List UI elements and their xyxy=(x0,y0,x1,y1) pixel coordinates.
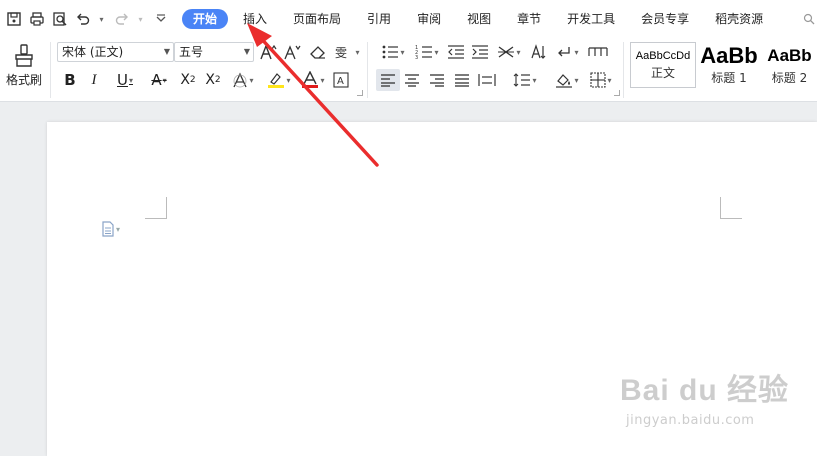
customize-icon[interactable] xyxy=(151,9,171,29)
print-icon[interactable] xyxy=(27,9,47,29)
ribbon-tabs: 开始 插入 页面布局 引用 审阅 视图 章节 开发工具 会员专享 稻壳资源 查找 xyxy=(182,9,817,29)
undo-icon[interactable] xyxy=(73,9,93,29)
shrink-font-icon[interactable] xyxy=(282,42,302,62)
font-size-select[interactable]: 五号 ▼ xyxy=(174,42,254,62)
chevron-down-icon: ▼ xyxy=(243,47,250,56)
style-sample: AaBb xyxy=(767,45,812,65)
justify-icon[interactable] xyxy=(452,70,472,90)
tab-member[interactable]: 会员专享 xyxy=(630,9,700,29)
style-label: 标题 2 xyxy=(771,70,808,85)
superscript-icon[interactable]: X2 xyxy=(178,70,198,90)
line-break-icon[interactable]: ▾ xyxy=(552,42,582,62)
paragraph-options-button[interactable]: ▾ xyxy=(101,221,120,237)
align-center-icon[interactable] xyxy=(402,70,422,90)
save-icon[interactable] xyxy=(4,9,24,29)
font-color-icon[interactable]: ▾ xyxy=(298,70,328,90)
subscript-icon[interactable]: X2 xyxy=(203,70,223,90)
underline-icon[interactable]: U ▾ xyxy=(110,70,140,90)
format-painter-button[interactable]: 格式刷 xyxy=(4,42,44,90)
decrease-indent-icon[interactable] xyxy=(446,42,466,62)
divider xyxy=(623,42,624,98)
watermark: Bai du 经验 jingyan.baidu.com xyxy=(620,365,790,445)
font-dialog-launcher[interactable] xyxy=(357,90,363,96)
svg-text:3: 3 xyxy=(415,55,418,60)
highlight-icon[interactable]: ▾ xyxy=(264,70,294,90)
redo-dropdown-icon[interactable]: ▾ xyxy=(135,9,145,29)
style-heading-1[interactable]: AaBb 标题 1 xyxy=(697,42,761,88)
borders-icon[interactable]: ▾ xyxy=(586,70,616,90)
sort-icon[interactable] xyxy=(528,42,548,62)
ribbon-toolbar: 格式刷 宋体 (正文) ▼ 五号 ▼ 雯 ▾ B I U ▾ A ▾ X2 X2 ▾ ▾ … xyxy=(0,38,817,102)
strikethrough-icon[interactable]: A ▾ xyxy=(144,70,174,90)
svg-text:雯: 雯 xyxy=(335,46,347,60)
style-heading-2[interactable]: AaBb 标题 2 xyxy=(762,42,817,88)
margin-mark-top-left xyxy=(145,197,167,219)
line-spacing-icon[interactable]: ▾ xyxy=(510,70,540,90)
menu-bar: ▾ ▾ 开始 插入 页面布局 引用 审阅 视图 章节 开发工具 会员专享 稻壳资… xyxy=(0,0,817,38)
chevron-down-icon: ▾ xyxy=(116,224,121,234)
margin-mark-top-right xyxy=(720,197,742,219)
format-painter-icon xyxy=(15,44,33,67)
paragraph-dialog-launcher[interactable] xyxy=(614,90,620,96)
style-label: 标题 1 xyxy=(711,70,747,85)
format-painter-label: 格式刷 xyxy=(5,73,42,87)
chevron-down-icon: ▼ xyxy=(163,47,170,56)
quick-access-toolbar: ▾ ▾ xyxy=(0,0,174,38)
watermark-url: jingyan.baidu.com xyxy=(626,413,755,428)
distributed-align-icon[interactable] xyxy=(477,70,497,90)
shading-icon[interactable]: ▾ xyxy=(552,70,582,90)
style-sample: AaBbCcDd xyxy=(635,49,691,62)
style-label: 正文 xyxy=(650,65,675,80)
text-effect-icon[interactable]: ▾ xyxy=(228,70,258,90)
clear-format-icon[interactable] xyxy=(308,42,328,62)
svg-text:A: A xyxy=(337,76,344,87)
style-normal[interactable]: AaBbCcDd 正文 xyxy=(630,42,696,88)
divider xyxy=(367,42,368,98)
style-sample: AaBb xyxy=(700,42,758,68)
numbered-list-icon[interactable]: 1 2 3 ▾ xyxy=(412,42,442,62)
bold-icon[interactable]: B xyxy=(60,70,80,90)
undo-dropdown-icon[interactable]: ▾ xyxy=(96,9,106,29)
tab-section[interactable]: 章节 xyxy=(506,9,552,29)
character-border-icon[interactable]: A xyxy=(332,70,350,90)
tab-docer-resources[interactable]: 稻壳资源 xyxy=(704,9,774,29)
divider xyxy=(50,42,51,98)
tab-developer[interactable]: 开发工具 xyxy=(556,9,626,29)
font-name-select[interactable]: 宋体 (正文) ▼ xyxy=(57,42,174,62)
italic-icon[interactable]: I xyxy=(84,70,104,90)
print-preview-icon[interactable] xyxy=(50,9,70,29)
tab-page-layout[interactable]: 页面布局 xyxy=(282,9,352,29)
phonetic-guide-icon[interactable]: 雯 ▾ xyxy=(332,42,362,62)
align-left-icon[interactable] xyxy=(376,69,400,91)
chinese-layout-icon[interactable]: ▾ xyxy=(494,42,524,62)
redo-icon[interactable] xyxy=(112,9,132,29)
tab-insert[interactable]: 插入 xyxy=(232,9,278,29)
bullet-list-icon[interactable]: ▾ xyxy=(378,42,408,62)
font-name-value: 宋体 (正文) xyxy=(62,45,124,59)
increase-indent-icon[interactable] xyxy=(470,42,490,62)
tab-references[interactable]: 引用 xyxy=(356,9,402,29)
grow-font-icon[interactable] xyxy=(258,42,278,62)
tab-view[interactable]: 视图 xyxy=(456,9,502,29)
search-icon xyxy=(804,13,815,25)
font-size-value: 五号 xyxy=(179,45,204,59)
document-icon xyxy=(102,221,114,237)
watermark-logo: Bai du 经验 xyxy=(620,374,790,407)
tab-review[interactable]: 审阅 xyxy=(406,9,452,29)
align-right-icon[interactable] xyxy=(427,70,447,90)
search-button[interactable]: 查找 xyxy=(792,9,817,29)
table-tab-icon[interactable] xyxy=(586,42,610,62)
tab-home[interactable]: 开始 xyxy=(182,9,229,29)
